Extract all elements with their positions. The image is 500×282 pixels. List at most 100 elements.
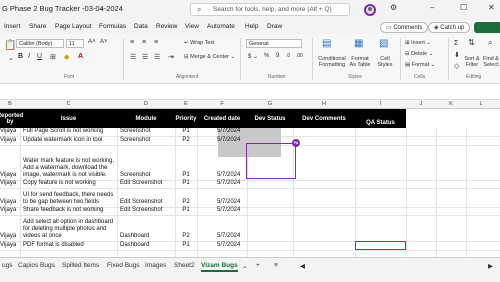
avatar[interactable] xyxy=(364,4,376,16)
align-bottom-icon[interactable]: ≡ xyxy=(154,39,158,46)
sheet-tab[interactable]: Spilled Items xyxy=(62,262,99,269)
reported-by-cell[interactable]: Vijaya xyxy=(0,128,20,135)
fill-color-icon[interactable]: ◆ xyxy=(64,53,69,61)
align-middle-icon[interactable]: ≡ xyxy=(142,39,146,46)
find-icon[interactable]: ⌕ xyxy=(488,38,492,48)
menu-insert[interactable]: Insert xyxy=(4,23,20,30)
wrap-text-button[interactable]: ↵ Wrap Text xyxy=(184,40,215,46)
sheet-tab-active[interactable]: Vizam Bugs xyxy=(201,262,238,272)
font-name-select[interactable]: Calibri (Body) xyxy=(16,39,64,48)
sheet-tabs-more-icon[interactable]: ⌄ xyxy=(242,262,247,270)
italic-icon[interactable]: I xyxy=(28,53,30,60)
format-table-icon[interactable]: ▦ xyxy=(354,38,363,49)
increase-decimal-icon[interactable]: .0 xyxy=(286,53,290,59)
autosum-icon[interactable]: Σ xyxy=(454,40,458,47)
created-date-cell[interactable]: 5/7/2024 xyxy=(217,242,247,249)
bold-icon[interactable]: B xyxy=(18,53,23,60)
issue-cell[interactable]: Add a watermark, download the xyxy=(23,165,123,172)
menu-help[interactable]: Help xyxy=(245,23,258,30)
priority-cell[interactable]: P2 xyxy=(175,199,197,206)
header-qa-status[interactable]: QA Status xyxy=(355,109,406,128)
reported-by-cell[interactable]: Vijaya xyxy=(0,172,20,179)
priority-cell[interactable]: P1 xyxy=(175,207,197,214)
sheet-tab[interactable]: Capios Bugs xyxy=(18,262,55,269)
comments-button[interactable]: ▭ Comments xyxy=(380,22,429,33)
issue-cell[interactable]: to be gap between two fields xyxy=(23,199,123,206)
merge-center-button[interactable]: ⊟ Merge & Center ⌄ xyxy=(184,54,235,60)
sheet-grid[interactable]: Reported by Issue Module Priority Create… xyxy=(0,109,500,257)
module-cell[interactable]: Dashboard xyxy=(120,233,175,240)
delete-cells-button[interactable]: ⊟ Delete ⌄ xyxy=(405,51,433,57)
scroll-right-icon[interactable]: ▶ xyxy=(488,262,493,270)
col-header-f[interactable]: F xyxy=(197,101,247,107)
header-dev-status[interactable]: Dev Status xyxy=(247,109,293,128)
font-size-select[interactable]: 11 xyxy=(66,39,84,48)
module-cell[interactable]: Edit Screenshot xyxy=(120,199,175,206)
font-grow-icon[interactable]: A˄ xyxy=(88,39,96,45)
created-date-cell[interactable]: 5/7/2024 xyxy=(217,180,247,187)
active-cell[interactable] xyxy=(355,241,406,250)
created-date-cell[interactable]: 5/7/2024 xyxy=(217,233,247,240)
currency-icon[interactable]: $ ⌄ xyxy=(248,53,258,60)
font-shrink-icon[interactable]: A˅ xyxy=(100,39,108,45)
menu-share[interactable]: Share xyxy=(29,23,46,30)
menu-review[interactable]: Review xyxy=(156,23,177,30)
reported-by-cell[interactable]: Vijaya xyxy=(0,207,20,214)
reported-by-cell[interactable]: Vijaya xyxy=(0,199,20,206)
comma-icon[interactable]: 9 xyxy=(276,53,279,59)
reported-by-cell[interactable]: Vijaya xyxy=(0,233,20,240)
fill-icon[interactable]: ⬇ xyxy=(454,51,460,59)
issue-cell[interactable]: Add select all option in dashboard xyxy=(23,219,123,226)
module-cell[interactable]: Edit Screenshot xyxy=(120,180,175,187)
issue-cell[interactable]: Water mark feature is not working. xyxy=(23,158,123,165)
close-icon[interactable]: ✕ xyxy=(488,3,495,12)
issue-cell[interactable]: Full Page Scroll is not working xyxy=(23,128,123,135)
module-cell[interactable]: Screenshot xyxy=(120,128,175,135)
number-format-select[interactable]: General xyxy=(246,39,302,48)
col-header-j[interactable]: J xyxy=(406,101,436,107)
header-dev-comments[interactable]: Dev Comments xyxy=(293,109,355,128)
sort-filter-button[interactable]: Sort & Filter xyxy=(462,56,482,68)
find-select-button[interactable]: Find & Select xyxy=(482,56,500,68)
priority-cell[interactable]: P1 xyxy=(175,172,197,179)
align-left-icon[interactable]: ☰ xyxy=(130,53,136,61)
clear-icon[interactable]: ◇ xyxy=(454,62,459,70)
font-color-icon[interactable]: A xyxy=(78,53,83,60)
underline-icon[interactable]: U xyxy=(37,53,42,60)
menu-data[interactable]: Data xyxy=(134,23,148,30)
catch-up-button[interactable]: ◈ Catch up xyxy=(428,22,471,33)
insert-cells-button[interactable]: ⊞ Insert ⌄ xyxy=(405,40,431,46)
menu-page-layout[interactable]: Page Layout xyxy=(55,23,92,30)
menu-draw[interactable]: Draw xyxy=(267,23,282,30)
header-priority[interactable]: Priority xyxy=(175,109,197,128)
reported-by-cell[interactable]: Vijaya xyxy=(0,137,20,144)
created-date-cell[interactable]: 5/7/2024 xyxy=(217,172,247,179)
col-header-e[interactable]: E xyxy=(175,101,197,107)
paste-icon[interactable]: 📋 xyxy=(4,40,16,51)
menu-automate[interactable]: Automate xyxy=(207,23,235,30)
priority-cell[interactable]: P2 xyxy=(175,233,197,240)
issue-cell[interactable]: videos at once xyxy=(23,233,123,240)
created-date-cell[interactable]: 5/7/2024 xyxy=(217,137,247,144)
issue-cell[interactable]: PDF format is disabled xyxy=(23,242,123,249)
header-created-date[interactable]: Created date xyxy=(197,109,247,128)
sheet-tab[interactable]: Sheet2 xyxy=(174,262,195,269)
format-cells-button[interactable]: ▤ Format ⌄ xyxy=(405,62,435,68)
sort-filter-icon[interactable]: ⇅ xyxy=(468,38,475,47)
created-date-cell[interactable]: 5/7/2024 xyxy=(217,128,247,135)
conditional-formatting-icon[interactable]: ▤ xyxy=(322,38,331,49)
module-cell[interactable]: Screenshot xyxy=(120,172,175,179)
issue-cell[interactable]: for deleting multiple photos and xyxy=(23,226,123,233)
clipboard-chevron-icon[interactable]: ⌄ xyxy=(8,54,14,62)
col-header-h[interactable]: H xyxy=(293,101,355,107)
header-issue[interactable]: Issue xyxy=(20,109,117,128)
settings-icon[interactable]: ⚙ xyxy=(390,3,397,12)
col-header-d[interactable]: D xyxy=(117,101,175,107)
borders-icon[interactable]: ⊞ xyxy=(50,53,56,61)
col-header-b[interactable]: B xyxy=(0,101,20,107)
chevron-down-icon[interactable]: ⌄ xyxy=(99,4,105,12)
menu-formulas[interactable]: Formulas xyxy=(99,23,126,30)
issue-cell[interactable]: UI for send feedback, there needs xyxy=(23,192,123,199)
module-cell[interactable]: Screenshot xyxy=(120,137,175,144)
created-date-cell[interactable]: 5/7/2024 xyxy=(217,199,247,206)
